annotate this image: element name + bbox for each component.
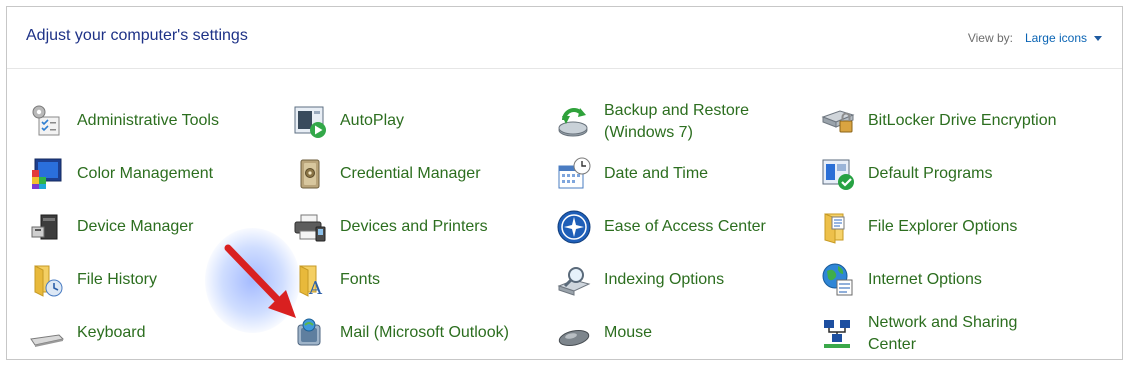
network-sharing-icon <box>824 320 850 348</box>
item-network-sharing[interactable]: Network and Sharing Center <box>820 312 1017 356</box>
view-by-value: Large icons <box>1024 31 1087 45</box>
page-title: Adjust your computer's settings <box>26 27 248 44</box>
item-label-block: Network and Sharing Center <box>868 312 1017 356</box>
date-time-icon <box>558 157 591 189</box>
item-indexing-options[interactable]: Indexing Options <box>556 262 724 298</box>
item-date-time[interactable]: Date and Time <box>556 156 708 192</box>
item-fonts[interactable]: A Fonts <box>292 262 380 298</box>
color-management-icon <box>32 158 62 189</box>
item-color-management[interactable]: Color Management <box>29 156 213 192</box>
item-label: Fonts <box>340 271 381 288</box>
item-credential-manager[interactable]: Credential Manager <box>292 156 481 192</box>
view-by-label: View by: <box>967 31 1013 45</box>
item-label: Internet Options <box>868 271 982 288</box>
mouse-icon <box>558 329 590 347</box>
item-backup-restore[interactable]: Backup and Restore (Windows 7) <box>556 100 749 144</box>
item-label: Mouse <box>604 324 653 341</box>
bitlocker-icon <box>821 110 855 133</box>
keyboard-icon <box>30 334 65 347</box>
administrative-tools-icon <box>32 105 60 136</box>
view-by-control: View by: Large icons <box>968 31 1102 45</box>
chevron-down-icon <box>1094 36 1102 41</box>
item-label-line2: Center <box>868 336 917 353</box>
item-label: Network and Sharing <box>868 314 1018 331</box>
item-label: AutoPlay <box>340 112 405 129</box>
view-by-dropdown[interactable]: Large icons <box>1025 31 1102 45</box>
item-label: Default Programs <box>868 165 993 182</box>
item-label: Ease of Access Center <box>604 218 766 235</box>
item-mail[interactable]: Mail (Microsoft Outlook) <box>292 315 509 351</box>
credential-manager-icon <box>300 159 320 189</box>
devices-printers-icon <box>294 214 326 242</box>
item-label: File History <box>77 271 158 288</box>
file-explorer-options-icon <box>824 213 845 244</box>
item-label: Device Manager <box>77 218 194 235</box>
mail-icon <box>297 318 321 346</box>
backup-restore-icon <box>558 108 588 137</box>
item-label: File Explorer Options <box>868 218 1018 235</box>
item-label-block: Backup and Restore (Windows 7) <box>604 100 749 144</box>
item-label: Backup and Restore <box>604 102 749 119</box>
file-history-icon <box>34 265 63 297</box>
item-file-explorer-options[interactable]: File Explorer Options <box>820 209 1017 245</box>
item-file-history[interactable]: File History <box>29 262 157 298</box>
svg-text:A: A <box>308 278 323 298</box>
item-ease-of-access[interactable]: Ease of Access Center <box>556 209 766 245</box>
item-label: Credential Manager <box>340 165 481 182</box>
item-label: Keyboard <box>77 324 146 341</box>
item-device-manager[interactable]: Device Manager <box>29 209 194 245</box>
indexing-options-icon <box>557 267 591 296</box>
fonts-icon: A <box>299 265 323 298</box>
item-label-line2: (Windows 7) <box>604 124 693 141</box>
item-keyboard[interactable]: Keyboard <box>29 315 146 351</box>
item-default-programs[interactable]: Default Programs <box>820 156 993 192</box>
ease-of-access-icon <box>557 210 591 244</box>
default-programs-icon <box>822 159 854 190</box>
item-label: Administrative Tools <box>77 112 219 129</box>
item-mouse[interactable]: Mouse <box>556 315 652 351</box>
device-manager-icon <box>31 214 58 240</box>
item-administrative-tools[interactable]: Administrative Tools <box>29 103 219 139</box>
item-autoplay[interactable]: AutoPlay <box>292 103 404 139</box>
autoplay-icon <box>294 106 326 138</box>
item-bitlocker[interactable]: BitLocker Drive Encryption <box>820 103 1057 139</box>
item-label: Mail (Microsoft Outlook) <box>340 324 509 341</box>
item-label: Indexing Options <box>604 271 725 288</box>
control-panel-window: Adjust your computer's settings View by:… <box>6 6 1123 360</box>
internet-options-icon <box>822 263 853 296</box>
item-label: Date and Time <box>604 165 709 182</box>
item-label: Devices and Printers <box>340 218 488 235</box>
item-internet-options[interactable]: Internet Options <box>820 262 982 298</box>
item-label: Color Management <box>77 165 214 182</box>
item-devices-printers[interactable]: Devices and Printers <box>292 209 488 245</box>
item-label: BitLocker Drive Encryption <box>868 112 1057 129</box>
header-bar: Adjust your computer's settings View by:… <box>7 7 1122 69</box>
